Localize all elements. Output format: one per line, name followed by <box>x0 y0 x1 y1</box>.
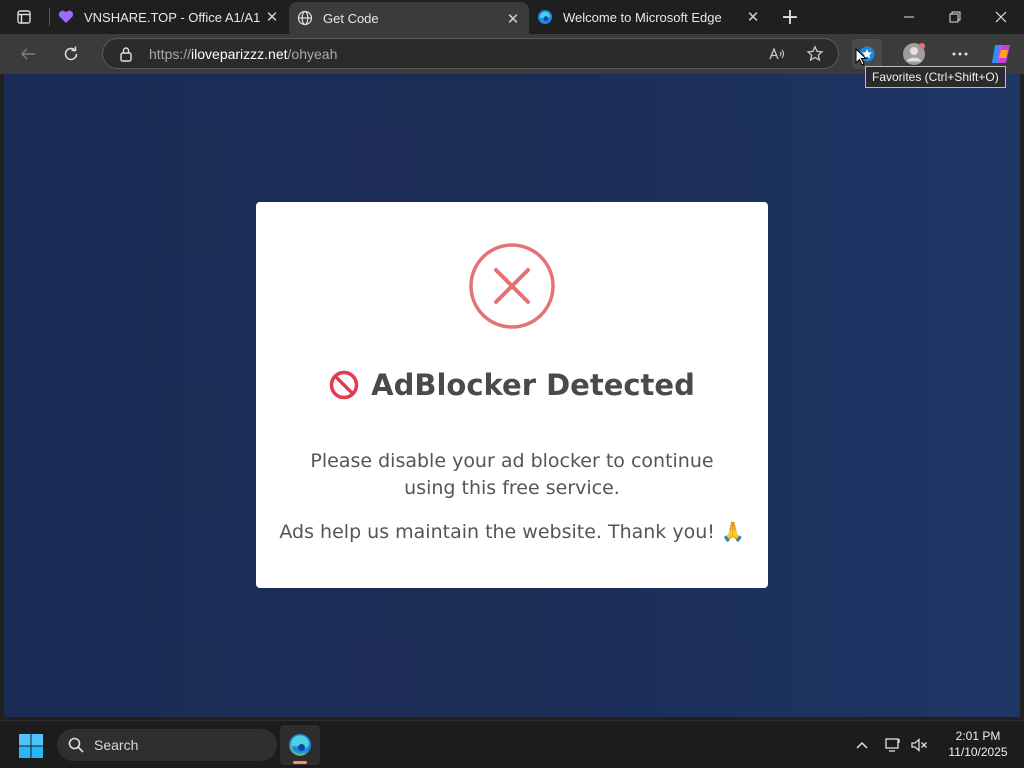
tab-title: Welcome to Microsoft Edge <box>563 9 722 25</box>
url-text[interactable]: https://iloveparizzz.net/ohyeah <box>149 46 337 62</box>
taskbar-edge-app[interactable] <box>280 725 320 765</box>
mouse-cursor-icon <box>855 48 867 66</box>
volume-muted-icon <box>911 738 927 752</box>
windows-taskbar: Search 2:01 PM 11/10/2025 <box>0 720 1024 768</box>
refresh-icon <box>64 46 78 61</box>
back-arrow-icon <box>20 48 35 60</box>
profile-button[interactable] <box>899 39 929 69</box>
display-tray-button[interactable] <box>883 735 903 755</box>
modal-title: AdBlocker Detected <box>256 368 768 402</box>
copilot-button[interactable] <box>986 39 1016 69</box>
tab-get-code[interactable]: Get Code ✕ <box>289 2 529 34</box>
close-icon <box>995 11 1007 23</box>
copilot-icon <box>992 45 1010 63</box>
start-button[interactable] <box>18 733 44 759</box>
close-tab-icon[interactable]: ✕ <box>745 9 761 26</box>
page-content: AdBlocker Detected Please disable your a… <box>4 74 1020 717</box>
url-scheme: https:// <box>149 46 192 62</box>
tab-welcome-edge[interactable]: Welcome to Microsoft Edge ✕ <box>529 0 769 34</box>
praying-hands-icon: 🙏 <box>720 521 745 543</box>
url-host: iloveparizzz.net <box>191 46 288 62</box>
more-dots-icon <box>952 52 968 56</box>
close-tab-icon[interactable]: ✕ <box>505 11 521 28</box>
volume-tray-button[interactable] <box>909 735 929 755</box>
taskbar-search[interactable]: Search <box>57 729 277 761</box>
tab-title: VNSHARE.TOP - Office A1/A1Plus <box>84 9 260 25</box>
add-favorite-star-icon[interactable] <box>804 44 826 64</box>
globe-icon <box>297 10 313 26</box>
clock-time: 2:01 PM <box>955 729 1001 743</box>
new-tab-button[interactable]: + <box>778 5 802 30</box>
favorites-tooltip: Favorites (Ctrl+Shift+O) <box>865 66 1006 88</box>
tab-actions-button[interactable] <box>8 6 40 28</box>
error-x-circle-icon <box>469 243 555 329</box>
edge-icon <box>537 9 553 25</box>
refresh-button[interactable] <box>57 40 85 68</box>
modal-title-text: AdBlocker Detected <box>371 368 695 402</box>
search-label: Search <box>94 737 139 753</box>
url-path: /ohyeah <box>287 46 338 62</box>
show-hidden-icons-button[interactable] <box>852 735 872 755</box>
lock-icon[interactable] <box>119 46 133 62</box>
monitor-icon <box>885 738 900 752</box>
back-button[interactable] <box>14 40 42 68</box>
thanks-text: Ads help us maintain the website. Thank … <box>279 521 715 543</box>
address-bar[interactable]: https://iloveparizzz.net/ohyeah <box>102 38 839 69</box>
adblock-modal: AdBlocker Detected Please disable your a… <box>256 202 768 588</box>
prohibited-icon <box>329 370 359 400</box>
edge-icon <box>289 734 311 756</box>
disable-adblock-message: Please disable your ad blocker to contin… <box>310 450 714 499</box>
browser-tab-bar: VNSHARE.TOP - Office A1/A1Plus ✕ Get Cod… <box>0 0 1024 34</box>
search-icon <box>68 737 84 753</box>
close-tab-icon[interactable]: ✕ <box>264 9 280 26</box>
clock-date: 11/10/2025 <box>948 745 1008 759</box>
taskbar-clock[interactable]: 2:01 PM 11/10/2025 <box>938 728 1018 760</box>
avatar-icon <box>903 43 925 65</box>
close-window-button[interactable] <box>978 0 1024 34</box>
tab-title: Get Code <box>323 10 379 26</box>
windows-logo-icon <box>19 734 43 758</box>
settings-more-button[interactable] <box>945 39 975 69</box>
restore-icon <box>949 11 961 23</box>
vnshare-heart-icon <box>58 9 74 25</box>
minimize-icon <box>904 16 914 18</box>
chevron-up-icon <box>856 741 868 749</box>
minimize-button[interactable] <box>886 0 932 34</box>
tab-vnshare[interactable]: VNSHARE.TOP - Office A1/A1Plus ✕ <box>50 0 288 34</box>
active-app-indicator <box>293 761 307 764</box>
restore-button[interactable] <box>932 0 978 34</box>
thanks-message: Ads help us maintain the website. Thank … <box>256 520 768 544</box>
read-aloud-icon[interactable] <box>766 44 788 64</box>
tab-actions-icon <box>17 10 31 24</box>
